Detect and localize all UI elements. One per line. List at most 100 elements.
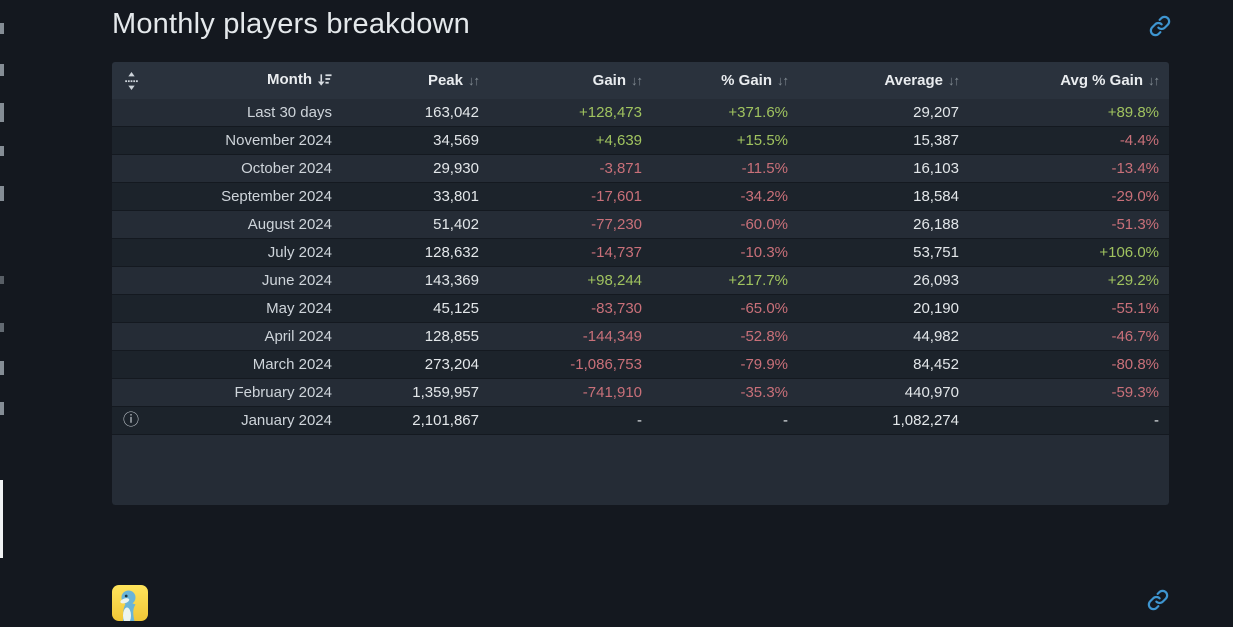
cell-peak: 29,930	[332, 160, 479, 177]
column-header-month[interactable]: Month	[150, 71, 332, 90]
edge-fragment	[0, 103, 4, 122]
cell-average: 1,082,274	[788, 412, 959, 429]
cell-gain: -14,737	[479, 244, 642, 261]
column-header-label: Peak	[428, 72, 463, 89]
column-header-average[interactable]: Average ↓↑	[788, 72, 959, 89]
column-header-gain[interactable]: Gain↓↑	[479, 72, 642, 89]
column-header-label: Month	[267, 71, 312, 88]
cell-gain-pct: +371.6%	[642, 104, 788, 121]
cell-month: Last 30 days	[150, 104, 332, 121]
cell-peak: 33,801	[332, 188, 479, 205]
table-row: November 2024 34,569 +4,639 +15.5% 15,38…	[112, 127, 1169, 155]
chain-link-icon	[1149, 15, 1171, 37]
column-header-label: % Gain	[721, 72, 772, 89]
cell-peak: 128,855	[332, 328, 479, 345]
column-header-label: Average	[884, 72, 943, 89]
sort-both-icon: ↓↑	[948, 73, 959, 88]
cell-peak: 143,369	[332, 272, 479, 289]
edge-fragment	[0, 361, 4, 375]
cell-avg-pct: -59.3%	[959, 384, 1159, 401]
cell-gain-pct: -11.5%	[642, 160, 788, 177]
section-anchor-link[interactable]	[1149, 15, 1171, 37]
cell-gain-pct: -65.0%	[642, 300, 788, 317]
cell-average: 26,188	[788, 216, 959, 233]
column-drag-header[interactable]	[112, 71, 150, 89]
cell-gain: -	[479, 412, 642, 429]
cell-month: March 2024	[150, 356, 332, 373]
table-row: April 2024 128,855 -144,349 -52.8% 44,98…	[112, 323, 1169, 351]
row-resize-icon	[125, 72, 138, 90]
cell-gain-pct: -10.3%	[642, 244, 788, 261]
cell-gain: -144,349	[479, 328, 642, 345]
cell-peak: 128,632	[332, 244, 479, 261]
cell-average: 440,970	[788, 384, 959, 401]
app-avatar[interactable]	[112, 585, 148, 621]
cell-peak: 163,042	[332, 104, 479, 121]
column-header-gain-pct[interactable]: % Gain ↓↑	[642, 72, 788, 89]
cell-avg-pct: -55.1%	[959, 300, 1159, 317]
sort-descending-icon	[317, 73, 332, 86]
chain-link-icon	[1147, 589, 1169, 611]
blue-dino-app-icon	[112, 585, 148, 621]
table-body: Last 30 days 163,042 +128,473 +371.6% 29…	[112, 99, 1169, 435]
edge-fragment	[0, 64, 4, 76]
sort-both-icon: ↓↑	[631, 73, 642, 88]
cell-month: July 2024	[150, 244, 332, 261]
table-row: ⓘ January 2024 2,101,867 - - 1,082,274 -	[112, 407, 1169, 435]
cell-gain-pct: -34.2%	[642, 188, 788, 205]
table-row: Last 30 days 163,042 +128,473 +371.6% 29…	[112, 99, 1169, 127]
cell-gain: +128,473	[479, 104, 642, 121]
cell-average: 84,452	[788, 356, 959, 373]
column-header-label: Avg % Gain	[1060, 72, 1143, 89]
table-empty-filler	[112, 435, 1169, 505]
table-row: July 2024 128,632 -14,737 -10.3% 53,751 …	[112, 239, 1169, 267]
cell-gain: -1,086,753	[479, 356, 642, 373]
sort-both-icon: ↓↑	[1148, 73, 1159, 88]
table-row: March 2024 273,204 -1,086,753 -79.9% 84,…	[112, 351, 1169, 379]
edge-fragment	[0, 186, 4, 201]
cell-avg-pct: +106.0%	[959, 244, 1159, 261]
cell-month: June 2024	[150, 272, 332, 289]
cell-gain: -17,601	[479, 188, 642, 205]
cell-avg-pct: -13.4%	[959, 160, 1159, 177]
cell-average: 15,387	[788, 132, 959, 149]
edge-fragment	[0, 146, 4, 156]
info-icon[interactable]: ⓘ	[123, 412, 139, 429]
sort-both-icon: ↓↑	[777, 73, 788, 88]
cell-avg-pct: -29.0%	[959, 188, 1159, 205]
cell-average: 44,982	[788, 328, 959, 345]
section-anchor-link[interactable]	[1147, 589, 1169, 611]
cell-avg-pct: -46.7%	[959, 328, 1159, 345]
cell-month: May 2024	[150, 300, 332, 317]
cell-avg-pct: -4.4%	[959, 132, 1159, 149]
cell-avg-pct: -80.8%	[959, 356, 1159, 373]
column-header-peak[interactable]: Peak↓↑	[332, 72, 479, 89]
table-row: August 2024 51,402 -77,230 -60.0% 26,188…	[112, 211, 1169, 239]
table-row: May 2024 45,125 -83,730 -65.0% 20,190 -5…	[112, 295, 1169, 323]
cell-average: 26,093	[788, 272, 959, 289]
edge-fragment	[0, 276, 4, 284]
edge-fragment	[0, 402, 4, 415]
table-header-row: Month Peak↓↑ Gain↓↑ % Gain↓↑ Average↓↑ A…	[112, 62, 1169, 99]
cell-month: November 2024	[150, 132, 332, 149]
edge-fragment	[0, 23, 4, 34]
cell-peak: 45,125	[332, 300, 479, 317]
cell-month: October 2024	[150, 160, 332, 177]
cell-month: April 2024	[150, 328, 332, 345]
cell-peak: 34,569	[332, 132, 479, 149]
cell-gain-pct: +15.5%	[642, 132, 788, 149]
cell-gain-pct: -60.0%	[642, 216, 788, 233]
cell-avg-pct: -51.3%	[959, 216, 1159, 233]
cell-average: 53,751	[788, 244, 959, 261]
cell-peak: 1,359,957	[332, 384, 479, 401]
cell-month: February 2024	[150, 384, 332, 401]
column-header-avg-pct[interactable]: Avg % Gain ↓↑	[959, 72, 1159, 89]
cell-peak: 51,402	[332, 216, 479, 233]
cell-avg-pct: +29.2%	[959, 272, 1159, 289]
cell-month: August 2024	[150, 216, 332, 233]
monthly-players-table: Month Peak↓↑ Gain↓↑ % Gain↓↑ Average↓↑ A…	[112, 62, 1169, 505]
cell-month: January 2024	[150, 412, 332, 429]
cell-gain: -83,730	[479, 300, 642, 317]
row-info-cell: ⓘ	[112, 413, 150, 429]
cell-average: 20,190	[788, 300, 959, 317]
